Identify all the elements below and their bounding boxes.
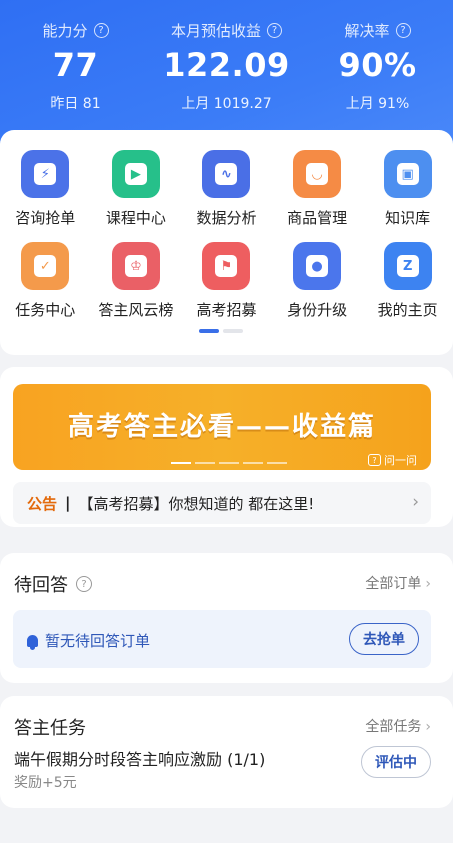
help-icon[interactable]: ? bbox=[395, 23, 411, 38]
section-title: 待回答 bbox=[14, 575, 68, 596]
grab-order-button[interactable]: 去抢单 bbox=[349, 623, 419, 655]
task-name: 端午假期分时段答主响应激励 (1/1) bbox=[14, 750, 266, 769]
stat-value: 77 bbox=[52, 46, 99, 84]
grid-label: 商品管理 bbox=[287, 209, 348, 227]
empty-orders-box: 暂无待回答订单 去抢单 bbox=[13, 610, 431, 668]
trophy-icon: ♔ bbox=[111, 242, 160, 290]
pending-card: 待回答 ? 全部订单 › 暂无待回答订单 去抢单 bbox=[0, 553, 453, 683]
help-icon[interactable]: ? bbox=[93, 23, 109, 38]
home-z-icon: Z bbox=[383, 242, 432, 290]
all-tasks-link[interactable]: 全部任务 › bbox=[365, 716, 431, 736]
chevron-right-icon: › bbox=[412, 492, 419, 512]
banner-pager bbox=[171, 462, 287, 464]
task-check-icon: ✓ bbox=[21, 242, 70, 290]
task-reward: 奖励+5元 bbox=[14, 775, 77, 791]
notice-tag: 公告 bbox=[27, 494, 58, 513]
grid-label: 咨询抢单 bbox=[15, 209, 76, 227]
promo-banner[interactable]: 高考答主必看——收益篇 ? 问一问 bbox=[13, 384, 431, 470]
notice-text: 【高考招募】你想知道的 都在这里! bbox=[78, 494, 315, 513]
grid-label: 身份升级 bbox=[287, 301, 348, 319]
pager-dot bbox=[195, 462, 215, 464]
empty-message: 暂无待回答订单 bbox=[45, 632, 151, 650]
pager-dot bbox=[223, 329, 243, 333]
grid-item-tasks[interactable]: ✓ 任务中心 bbox=[0, 242, 91, 320]
chevron-right-icon: › bbox=[425, 719, 431, 735]
chevron-right-icon: › bbox=[425, 576, 431, 592]
grid-item-homepage[interactable]: Z 我的主页 bbox=[362, 242, 453, 320]
play-icon: ▶ bbox=[111, 150, 160, 198]
grid-label: 我的主页 bbox=[377, 301, 438, 319]
bag-icon: ◡ bbox=[293, 150, 342, 198]
banner-title: 高考答主必看——收益篇 bbox=[67, 412, 376, 442]
grid-label: 课程中心 bbox=[105, 209, 166, 227]
grid-label: 高考招募 bbox=[196, 301, 257, 319]
feature-grid-card: ⚡ 咨询抢单 ▶ 课程中心 ∿ 数据分析 ◡ 商品管理 ▣ 知识库 ✓ 任务中心… bbox=[0, 130, 453, 355]
help-icon[interactable]: ? bbox=[267, 23, 282, 38]
notice-divider: | bbox=[65, 494, 71, 512]
section-title: 答主任务 bbox=[14, 718, 86, 739]
stat-sub: 昨日 81 bbox=[50, 96, 101, 112]
pager-dot-active bbox=[199, 329, 219, 333]
stat-label: 解决率 bbox=[344, 22, 390, 40]
stat-label: 能力分 bbox=[42, 22, 88, 40]
grid-item-products[interactable]: ◡ 商品管理 bbox=[272, 150, 363, 228]
banner-card: 高考答主必看——收益篇 ? 问一问 公告 | 【高考招募】你想知道的 都在这里!… bbox=[0, 367, 453, 527]
user-upgrade-icon: ● bbox=[293, 242, 342, 290]
grid-label: 数据分析 bbox=[196, 209, 257, 227]
bell-icon bbox=[27, 634, 38, 650]
pager-dot bbox=[243, 462, 263, 464]
all-orders-link[interactable]: 全部订单 › bbox=[365, 573, 431, 593]
grid-label: 任务中心 bbox=[15, 301, 76, 319]
pager-dot bbox=[267, 462, 287, 464]
feature-row: ✓ 任务中心 ♔ 答主风云榜 ⚑ 高考招募 ● 身份升级 Z 我的主页 bbox=[0, 242, 453, 320]
stat-value: 122.09 bbox=[163, 46, 290, 84]
grid-label: 答主风云榜 bbox=[98, 301, 174, 319]
stat-sub: 上月 1019.27 bbox=[181, 96, 272, 112]
help-icon[interactable]: ? bbox=[76, 576, 92, 592]
pager-dot-active bbox=[171, 462, 191, 464]
grid-item-recruit[interactable]: ⚑ 高考招募 bbox=[181, 242, 272, 320]
wenyiwen-badge: ? 问一问 bbox=[368, 452, 417, 468]
grid-item-leaderboard[interactable]: ♔ 答主风云榜 bbox=[91, 242, 182, 320]
stat-sub: 上月 91% bbox=[345, 96, 410, 112]
stat-label: 本月预估收益 bbox=[170, 22, 261, 40]
feature-row: ⚡ 咨询抢单 ▶ 课程中心 ∿ 数据分析 ◡ 商品管理 ▣ 知识库 bbox=[0, 150, 453, 228]
chat-icon: ? bbox=[368, 454, 381, 466]
grid-item-consult[interactable]: ⚡ 咨询抢单 bbox=[0, 150, 91, 228]
grid-label: 知识库 bbox=[385, 209, 431, 227]
chart-icon: ∿ bbox=[202, 150, 251, 198]
notice-bar[interactable]: 公告 | 【高考招募】你想知道的 都在这里! › bbox=[13, 482, 431, 524]
grid-item-courses[interactable]: ▶ 课程中心 bbox=[91, 150, 182, 228]
pager-dot bbox=[219, 462, 239, 464]
grid-item-upgrade[interactable]: ● 身份升级 bbox=[272, 242, 363, 320]
tasks-card: 答主任务 全部任务 › 端午假期分时段答主响应激励 (1/1) 奖励+5元 评估中 bbox=[0, 696, 453, 808]
stat-value: 90% bbox=[338, 46, 417, 84]
book-icon: ▣ bbox=[383, 150, 432, 198]
badge-label: 问一问 bbox=[384, 454, 417, 467]
lightning-icon: ⚡ bbox=[21, 150, 70, 198]
grid-pager bbox=[199, 329, 243, 333]
flag-icon: ⚑ bbox=[202, 242, 251, 290]
grid-item-data-analysis[interactable]: ∿ 数据分析 bbox=[181, 150, 272, 228]
grid-item-knowledge[interactable]: ▣ 知识库 bbox=[362, 150, 453, 228]
evaluating-button[interactable]: 评估中 bbox=[361, 746, 431, 778]
